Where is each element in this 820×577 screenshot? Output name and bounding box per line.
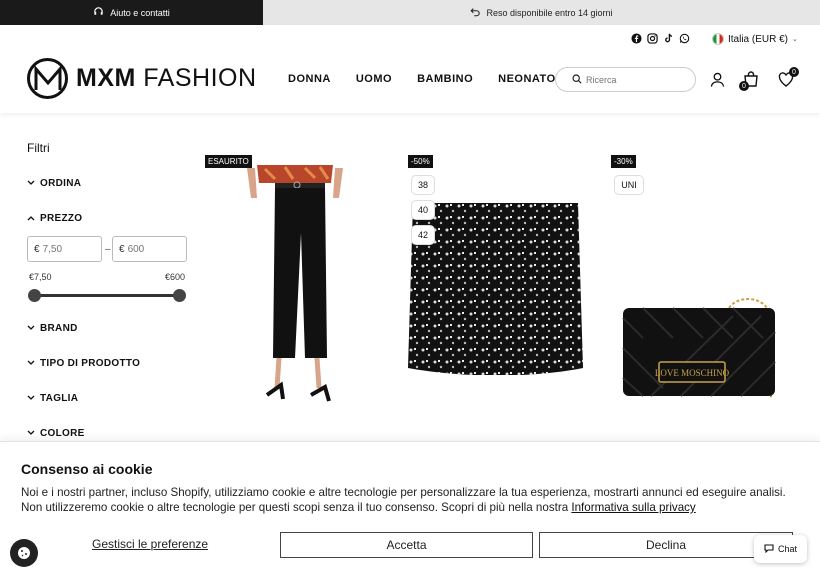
return-notice: Reso disponibile entro 14 giorni	[263, 0, 820, 25]
chevron-down-icon	[27, 394, 35, 403]
tiktok-icon[interactable]	[663, 33, 674, 44]
product-status-badge: ESAURITO	[205, 155, 252, 168]
product-card[interactable]: LOVE MOSCHINO -30% UNI	[611, 153, 801, 413]
price-range-max-label: €600	[165, 272, 186, 282]
currency-symbol: €	[119, 243, 125, 255]
svg-text:LOVE MOSCHINO: LOVE MOSCHINO	[655, 368, 730, 378]
nav-bambino[interactable]: BAMBINO	[417, 73, 473, 85]
price-min-input[interactable]	[42, 243, 93, 255]
locale-label: Italia (EUR €)	[728, 33, 789, 45]
cookie-description: Noi e i nostri partner, incluso Shopify,…	[21, 486, 786, 514]
locale-selector[interactable]: Italia (EUR €) ⌄	[712, 33, 798, 45]
chevron-down-icon	[27, 429, 35, 438]
logo-wordmark: MXM FASHION	[76, 64, 257, 92]
size-option[interactable]: 40	[411, 200, 435, 220]
search-icon	[572, 73, 582, 86]
site-header: Italia (EUR €) ⌄ MXM FASHION DONNA UOMO …	[0, 25, 820, 113]
filter-prezzo-label: PREZZO	[40, 213, 83, 224]
announcement-bar: Aiuto e contatti Reso disponibile entro …	[0, 0, 820, 25]
nav-uomo[interactable]: UOMO	[356, 73, 392, 85]
filter-brand[interactable]: BRAND	[27, 323, 78, 334]
cookie-title: Consenso ai cookie	[21, 461, 153, 477]
chevron-down-icon: ⌄	[792, 36, 798, 43]
filter-tipo-prodotto[interactable]: TIPO DI PRODOTTO	[27, 358, 140, 369]
search-box[interactable]	[555, 67, 696, 92]
help-contact-label: Aiuto e contatti	[110, 7, 170, 18]
wishlist-count-badge: 0	[789, 67, 799, 77]
whatsapp-icon[interactable]	[679, 33, 690, 44]
cart-icon[interactable]: 0	[739, 71, 759, 91]
filter-colore-label: COLORE	[40, 428, 85, 439]
filter-taglia[interactable]: TAGLIA	[27, 393, 78, 404]
help-contact-link[interactable]: Aiuto e contatti	[0, 0, 263, 25]
chevron-down-icon	[27, 179, 35, 188]
size-option[interactable]: 38	[411, 175, 435, 195]
return-notice-label: Reso disponibile entro 14 giorni	[486, 7, 613, 18]
filter-colore[interactable]: COLORE	[27, 428, 85, 439]
price-slider-max-handle[interactable]	[173, 289, 186, 302]
filter-taglia-label: TAGLIA	[40, 393, 79, 404]
price-min-field[interactable]: €	[27, 236, 102, 262]
product-card[interactable]: -50% 38 40 42	[408, 153, 598, 413]
social-links	[631, 33, 690, 44]
price-range-min-label: €7,50	[29, 272, 52, 282]
filter-tipo-label: TIPO DI PRODOTTO	[40, 358, 141, 369]
chevron-down-icon	[27, 359, 35, 368]
price-range-dash: –	[105, 244, 111, 255]
product-discount-badge: -30%	[611, 155, 636, 168]
nav-donna[interactable]: DONNA	[288, 73, 331, 85]
filters-title: Filtri	[27, 141, 50, 155]
facebook-icon[interactable]	[631, 33, 642, 44]
instagram-icon[interactable]	[647, 33, 658, 44]
product-card[interactable]: ESAURITO	[205, 153, 395, 413]
account-icon[interactable]	[709, 71, 725, 87]
filter-ordina[interactable]: ORDINA	[27, 178, 81, 189]
site-logo[interactable]: MXM FASHION	[27, 58, 257, 99]
cart-count-badge: 0	[739, 81, 749, 91]
price-max-input[interactable]	[127, 243, 178, 255]
manage-preferences-link[interactable]: Gestisci le preferenze	[92, 537, 208, 551]
search-input[interactable]	[586, 74, 686, 85]
filter-ordina-label: ORDINA	[40, 178, 82, 189]
product-discount-badge: -50%	[408, 155, 433, 168]
chevron-up-icon	[27, 214, 35, 223]
chat-button[interactable]: Chat	[754, 535, 807, 563]
cookie-icon	[18, 547, 30, 559]
cookie-settings-button[interactable]	[10, 539, 38, 567]
accept-button[interactable]: Accetta	[280, 532, 533, 558]
product-image-handbag: LOVE MOSCHINO	[622, 298, 776, 399]
price-slider-track[interactable]	[34, 294, 180, 297]
main-nav: DONNA UOMO BAMBINO NEONATO	[288, 73, 556, 85]
cookie-consent-banner: Consenso ai cookie Noi e i nostri partne…	[0, 441, 820, 577]
price-max-field[interactable]: €	[112, 236, 187, 262]
price-slider-min-handle[interactable]	[28, 289, 41, 302]
privacy-policy-link[interactable]: Informativa sulla privacy	[571, 501, 695, 514]
headset-icon	[93, 6, 104, 19]
size-option[interactable]: 42	[411, 225, 435, 245]
chat-bubble-icon	[764, 543, 774, 555]
currency-symbol: €	[34, 243, 40, 255]
filter-prezzo[interactable]: PREZZO	[27, 213, 82, 224]
chevron-down-icon	[27, 324, 35, 333]
return-arrow-icon	[470, 7, 481, 19]
size-option[interactable]: UNI	[614, 175, 644, 195]
chat-label: Chat	[777, 544, 797, 554]
logo-mark-icon	[27, 58, 68, 99]
product-image-trousers	[247, 165, 343, 402]
filter-brand-label: BRAND	[40, 323, 78, 334]
italy-flag-icon	[712, 33, 724, 45]
wishlist-heart-icon[interactable]: 0	[778, 67, 799, 87]
nav-neonato[interactable]: NEONATO	[498, 73, 556, 85]
